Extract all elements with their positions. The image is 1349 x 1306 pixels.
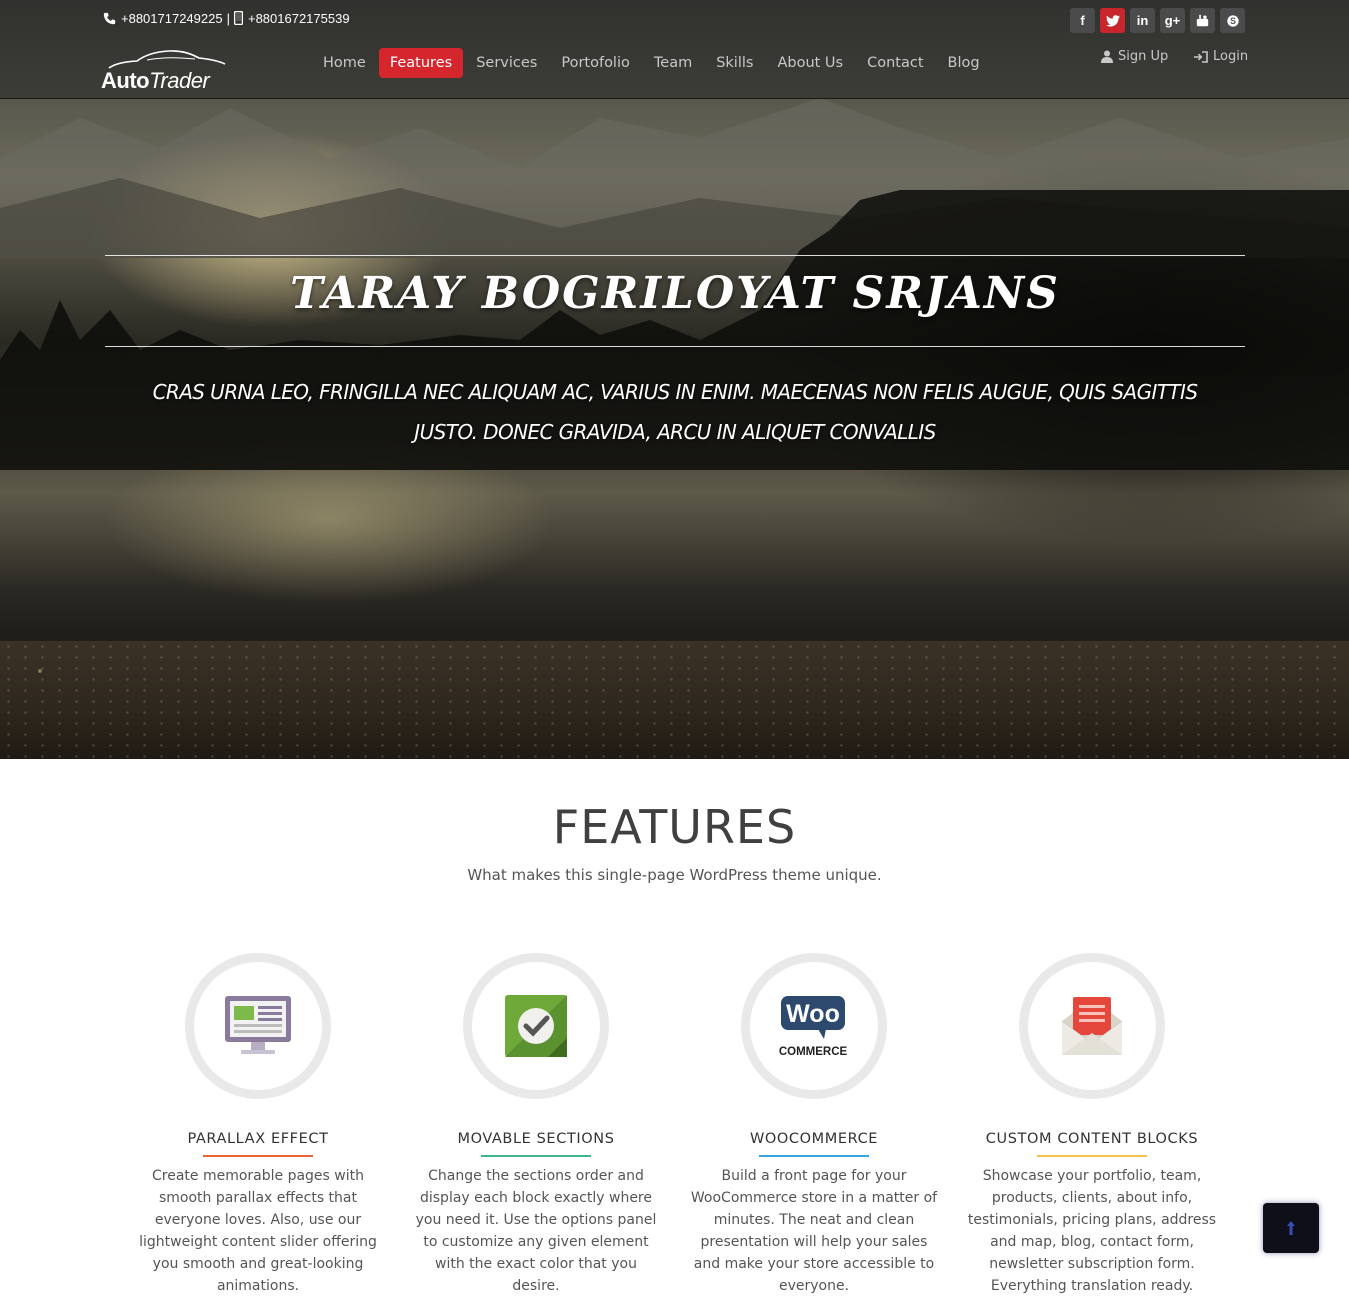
login-link[interactable]: Login [1194, 49, 1248, 64]
features-heading: FEATURES [552, 800, 797, 854]
feature-title: MOVABLE SECTIONS [457, 1131, 615, 1147]
login-label: Login [1213, 49, 1249, 64]
woocommerce-icon: Woo COMMERCE [779, 996, 848, 1058]
contact-info: +8801717249225 | +8801672175539 [103, 9, 350, 27]
hero-title: TARAY BOGRILOYAT SRJANS [290, 268, 1060, 319]
youtube-icon[interactable] [1190, 8, 1215, 33]
feature-description: Create memorable pages with smooth paral… [139, 1168, 377, 1294]
svg-text:S: S [1230, 16, 1236, 26]
woo-logo-bottom: COMMERCE [779, 1046, 848, 1058]
feature-card-parallax: PARALLAX EFFECT Create memorable pages w… [128, 953, 388, 1297]
envelope-icon [1062, 997, 1122, 1055]
nav-item-contact[interactable]: Contact [856, 48, 934, 78]
hero-top-divider [105, 255, 1245, 256]
feature-card-movable: MOVABLE SECTIONS Change the sections ord… [406, 953, 666, 1297]
social-links: f in g+ S [1070, 8, 1245, 33]
nav-item-portofolio[interactable]: Portofolio [550, 48, 641, 78]
arrow-up-icon [1287, 1221, 1295, 1235]
hero-bottom-divider [105, 346, 1245, 347]
feature-card-woocommerce: Woo COMMERCE WOOCOMMERCE Build a front p… [684, 953, 944, 1297]
nav-item-blog[interactable]: Blog [937, 48, 991, 78]
scroll-to-top-button[interactable] [1263, 1203, 1319, 1253]
feature-icon-ring [185, 953, 331, 1099]
login-icon [1194, 50, 1208, 63]
nav-item-services[interactable]: Services [465, 48, 548, 78]
skype-icon[interactable]: S [1220, 8, 1245, 33]
main-nav: Home Features Services Portofolio Team S… [312, 48, 993, 78]
mobile-icon [233, 11, 243, 25]
site-logo[interactable]: AutoTrader [99, 48, 229, 96]
nav-item-features[interactable]: Features [378, 48, 464, 78]
nav-item-skills[interactable]: Skills [705, 48, 764, 78]
feature-description: Change the sections order and display ea… [415, 1168, 657, 1294]
logo-text: AutoTrader [101, 68, 210, 93]
woo-logo-top: Woo [786, 1000, 840, 1028]
feature-icon-ring [1019, 953, 1165, 1099]
feature-card-custom-blocks: CUSTOM CONTENT BLOCKS Showcase your port… [962, 953, 1222, 1297]
header-bar: +8801717249225 | +8801672175539 f in g+ … [0, 0, 1349, 99]
feature-icon-ring: Woo COMMERCE [741, 953, 887, 1099]
feature-accent-bar [1037, 1155, 1147, 1157]
rocky-shore [0, 641, 1349, 759]
feature-title: WOOCOMMERCE [749, 1131, 879, 1147]
feature-title: PARALLAX EFFECT [187, 1131, 329, 1147]
hero-subtitle: Cras urna leo, fringilla nec aliquam ac,… [152, 380, 1198, 444]
feature-accent-bar [759, 1155, 869, 1157]
linkedin-icon[interactable]: in [1130, 8, 1155, 33]
twitter-icon[interactable] [1100, 8, 1125, 33]
nav-item-home[interactable]: Home [312, 48, 377, 78]
nav-item-team[interactable]: Team [643, 48, 703, 78]
car-logo-icon [108, 50, 226, 69]
features-subheading: What makes this single-page WordPress th… [467, 866, 882, 884]
google-plus-icon[interactable]: g+ [1160, 8, 1185, 33]
feature-accent-bar [481, 1155, 591, 1157]
feature-description: Showcase your portfolio, team, products,… [967, 1168, 1217, 1294]
phone-icon [103, 12, 116, 24]
phone-number: +8801717249225 [121, 10, 223, 26]
feature-accent-bar [203, 1155, 313, 1157]
mobile-number: +8801672175539 [247, 10, 350, 26]
checkmark-icon [505, 995, 567, 1057]
feature-title: CUSTOM CONTENT BLOCKS [985, 1131, 1199, 1147]
nav-item-about-us[interactable]: About Us [766, 48, 854, 78]
contact-separator: | [226, 10, 230, 26]
user-icon [1101, 50, 1113, 63]
signup-link[interactable]: Sign Up [1101, 49, 1168, 64]
feature-description: Build a front page for your WooCommerce … [690, 1168, 938, 1294]
facebook-icon[interactable]: f [1070, 8, 1095, 33]
feature-icon-ring [463, 953, 609, 1099]
signup-label: Sign Up [1118, 49, 1169, 64]
monitor-icon [225, 996, 291, 1054]
